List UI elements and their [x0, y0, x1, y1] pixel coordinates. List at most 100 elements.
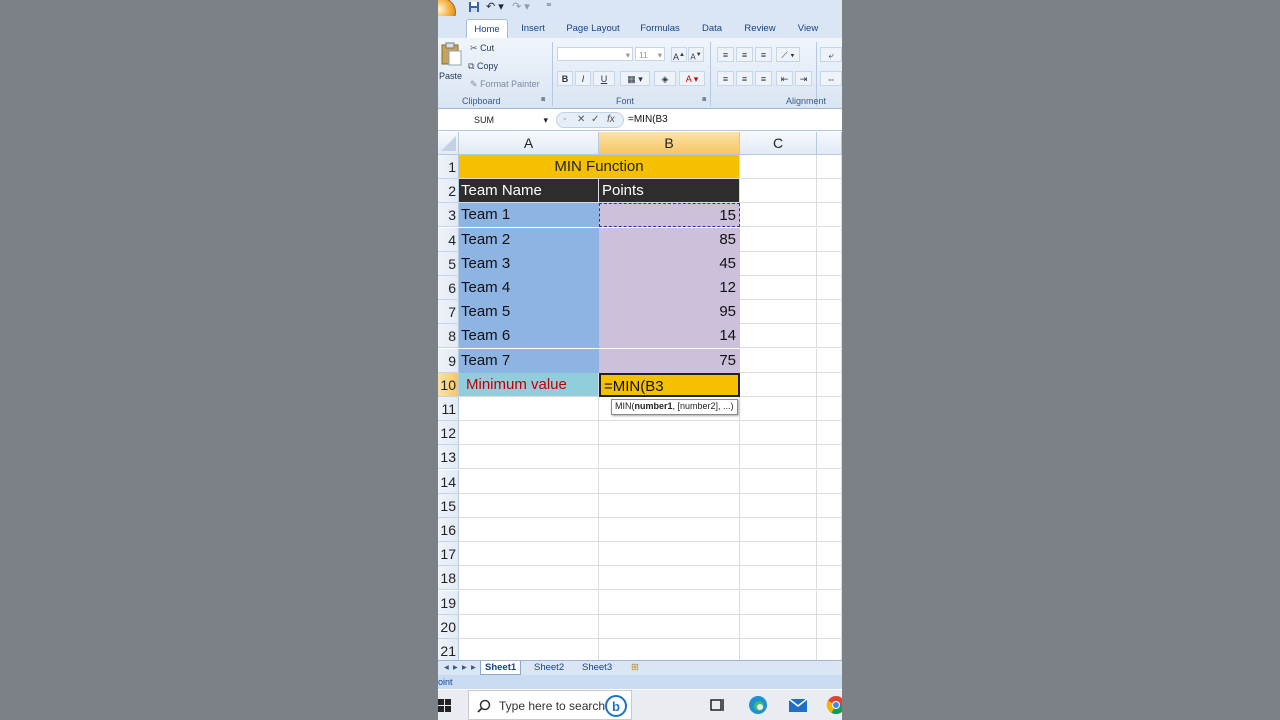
- empty-cell[interactable]: [740, 252, 817, 276]
- tab-review[interactable]: Review: [744, 19, 776, 38]
- empty-cell[interactable]: [599, 494, 740, 518]
- row-header[interactable]: 15: [438, 494, 459, 518]
- empty-cell[interactable]: [740, 397, 817, 421]
- sheet-tab-1[interactable]: Sheet1: [480, 661, 522, 675]
- team-name-cell[interactable]: Team 2: [459, 228, 599, 252]
- empty-cell[interactable]: [599, 615, 740, 639]
- align-middle-button[interactable]: ≡: [736, 47, 753, 62]
- points-cell[interactable]: 85: [599, 228, 740, 252]
- row-header[interactable]: 2: [438, 179, 459, 203]
- row-header[interactable]: 7: [438, 300, 459, 324]
- empty-cell[interactable]: [817, 324, 842, 348]
- empty-cell[interactable]: [817, 155, 842, 179]
- row-header[interactable]: 20: [438, 615, 459, 639]
- empty-cell[interactable]: [740, 494, 817, 518]
- row-header[interactable]: 6: [438, 276, 459, 300]
- undo-icon[interactable]: ↶ ▾: [486, 1, 504, 14]
- empty-cell[interactable]: [740, 203, 817, 227]
- fill-color-button[interactable]: ◈: [654, 71, 676, 86]
- team-name-cell[interactable]: Team 5: [459, 300, 599, 324]
- name-box[interactable]: SUM ▾: [438, 112, 552, 128]
- team-name-cell[interactable]: Team 6: [459, 324, 599, 348]
- redo-icon[interactable]: ↷ ▾: [512, 1, 530, 14]
- empty-cell[interactable]: [817, 203, 842, 227]
- align-center-button[interactable]: ≡: [736, 71, 753, 86]
- insert-sheet-icon[interactable]: ⊞: [631, 661, 639, 674]
- merge-center-button[interactable]: ⇔: [820, 71, 842, 86]
- empty-cell[interactable]: [817, 421, 842, 445]
- sheet-nav-prev-icon[interactable]: ▸: [453, 661, 458, 674]
- header-cell-points[interactable]: Points: [599, 179, 740, 203]
- empty-cell[interactable]: [599, 421, 740, 445]
- borders-button[interactable]: ▦ ▾: [620, 71, 650, 86]
- cancel-button[interactable]: ✕: [577, 113, 585, 127]
- points-cell[interactable]: 14: [599, 324, 740, 348]
- empty-cell[interactable]: [599, 591, 740, 615]
- empty-cell[interactable]: [459, 494, 599, 518]
- orientation-button[interactable]: ⟋ ▾: [776, 47, 800, 62]
- select-all-button[interactable]: [438, 132, 459, 155]
- tab-data[interactable]: Data: [700, 19, 724, 38]
- format-painter-button[interactable]: ✎ Format Painter: [470, 78, 540, 90]
- cut-button[interactable]: ✂ Cut: [470, 42, 494, 54]
- tab-page-layout[interactable]: Page Layout: [564, 19, 622, 38]
- team-name-cell[interactable]: Team 3: [459, 252, 599, 276]
- empty-cell[interactable]: [817, 179, 842, 203]
- save-icon[interactable]: [468, 1, 480, 14]
- row-header[interactable]: 9: [438, 349, 459, 373]
- shrink-font-button[interactable]: A▼: [688, 47, 704, 62]
- insert-function-button[interactable]: fx: [607, 113, 615, 127]
- tab-insert[interactable]: Insert: [516, 19, 550, 38]
- empty-cell[interactable]: [740, 615, 817, 639]
- align-right-button[interactable]: ≡: [755, 71, 772, 86]
- grow-font-button[interactable]: A▲: [671, 47, 687, 62]
- referenced-cell-b3[interactable]: 15: [599, 203, 740, 227]
- empty-cell[interactable]: [740, 276, 817, 300]
- empty-cell[interactable]: [817, 373, 842, 397]
- empty-cell[interactable]: [740, 155, 817, 179]
- empty-cell[interactable]: [740, 373, 817, 397]
- bold-button[interactable]: B: [557, 71, 573, 86]
- copy-button[interactable]: ⧉ Copy: [468, 60, 498, 72]
- column-header-a[interactable]: A: [459, 132, 599, 155]
- team-name-cell[interactable]: Team 4: [459, 276, 599, 300]
- mail-icon[interactable]: [788, 695, 808, 715]
- empty-cell[interactable]: [817, 566, 842, 590]
- empty-cell[interactable]: [459, 397, 599, 421]
- empty-cell[interactable]: [459, 542, 599, 566]
- row-header[interactable]: 5: [438, 252, 459, 276]
- font-launcher-icon[interactable]: ⧈: [702, 94, 706, 106]
- empty-cell[interactable]: [817, 276, 842, 300]
- taskbar-search-box[interactable]: Type here to search b: [468, 690, 632, 720]
- empty-cell[interactable]: [459, 421, 599, 445]
- header-cell-team-name[interactable]: Team Name: [459, 179, 599, 203]
- row-header[interactable]: 16: [438, 518, 459, 542]
- team-name-cell[interactable]: Team 1: [459, 203, 599, 227]
- empty-cell[interactable]: [817, 494, 842, 518]
- empty-cell[interactable]: [817, 252, 842, 276]
- row-header[interactable]: 17: [438, 542, 459, 566]
- empty-cell[interactable]: [817, 591, 842, 615]
- align-bottom-button[interactable]: ≡: [755, 47, 772, 62]
- decrease-indent-button[interactable]: ⇤: [776, 71, 793, 86]
- sheet-tab-3[interactable]: Sheet3: [582, 661, 612, 674]
- row-header[interactable]: 1: [438, 155, 459, 179]
- underline-button[interactable]: U: [593, 71, 615, 86]
- empty-cell[interactable]: [817, 445, 842, 469]
- points-cell[interactable]: 12: [599, 276, 740, 300]
- windows-start-icon[interactable]: [438, 699, 452, 713]
- paste-button[interactable]: Paste: [438, 42, 464, 88]
- clipboard-launcher-icon[interactable]: ⧈: [541, 94, 545, 106]
- empty-cell[interactable]: [599, 542, 740, 566]
- minimum-label-cell[interactable]: Minimum value: [459, 373, 599, 397]
- edge-browser-icon[interactable]: [748, 695, 768, 715]
- title-cell[interactable]: MIN Function: [459, 155, 740, 179]
- font-color-button[interactable]: A ▾: [679, 71, 705, 86]
- empty-cell[interactable]: [740, 518, 817, 542]
- customize-qat-icon[interactable]: ⁼: [546, 1, 552, 14]
- column-header-b[interactable]: B: [599, 132, 740, 155]
- empty-cell[interactable]: [740, 591, 817, 615]
- italic-button[interactable]: I: [575, 71, 591, 86]
- empty-cell[interactable]: [459, 445, 599, 469]
- points-cell[interactable]: 45: [599, 252, 740, 276]
